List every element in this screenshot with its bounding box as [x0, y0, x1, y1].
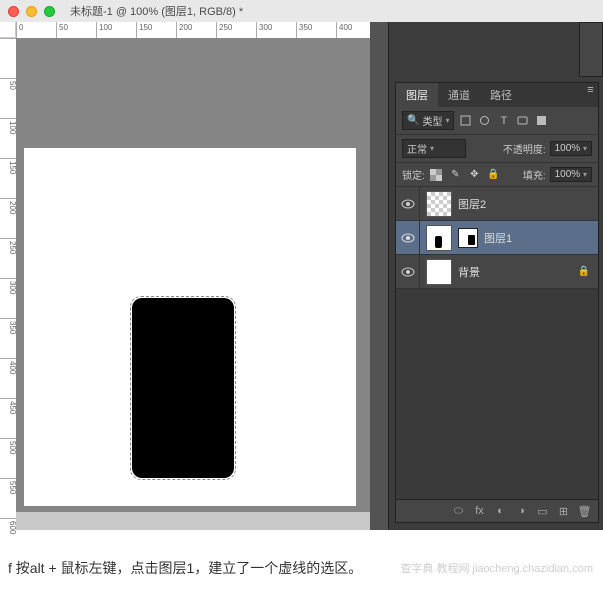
visibility-toggle[interactable] — [396, 187, 420, 220]
ruler-origin[interactable] — [0, 22, 16, 38]
ruler-tick: 350 — [296, 22, 336, 38]
layer-effects-icon[interactable]: fx — [472, 504, 487, 518]
layer-thumbnail[interactable] — [426, 191, 452, 217]
ruler-tick: 200 — [0, 198, 16, 238]
caption-text: f 按alt + 鼠标左键，点击图层1，建立了一个虚线的选区。 — [8, 558, 362, 578]
ruler-tick: 150 — [136, 22, 176, 38]
ruler-tick: 150 — [0, 158, 16, 198]
link-layers-icon[interactable]: ⬭ — [451, 504, 466, 518]
titlebar: 未标题-1 @ 100% (图层1, RGB/8) * — [0, 0, 603, 22]
visibility-toggle[interactable] — [396, 255, 420, 288]
watermark-text: 查字典 教程网 jiaocheng.chazidian.com — [400, 560, 593, 576]
adjustment-layer-icon[interactable]: ◑ — [514, 504, 529, 518]
layer-name[interactable]: 背景 — [458, 264, 480, 280]
tab-paths[interactable]: 路径 — [480, 83, 522, 107]
search-icon: 🔍 — [407, 115, 419, 126]
panel-tabs: 图层 通道 路径 ≡ — [396, 83, 598, 107]
lock-transparency-icon[interactable] — [429, 168, 444, 182]
tab-channels[interactable]: 通道 — [438, 83, 480, 107]
ruler-tick: 600 — [0, 518, 16, 558]
layer-mask-icon[interactable]: ◐ — [493, 504, 508, 518]
lock-position-icon[interactable]: ✥ — [467, 168, 482, 182]
layer-thumbnail[interactable] — [426, 225, 452, 251]
layer-row[interactable]: 背景 🔒 — [396, 255, 598, 289]
layer-row[interactable]: 图层1 — [396, 221, 598, 255]
chevron-down-icon: ▾ — [445, 116, 449, 125]
blend-row: 正常 ▾ 不透明度: 100% ▾ — [396, 135, 598, 163]
fill-label: 填充: — [523, 167, 546, 182]
ruler-tick: 250 — [0, 238, 16, 278]
ruler-tick: 100 — [96, 22, 136, 38]
ruler-tick: 550 — [0, 478, 16, 518]
canvas-viewport[interactable] — [16, 38, 370, 512]
canvas-area: 0 50 100 150 200 250 300 350 400 50 100 … — [0, 22, 370, 530]
ruler-tick: 50 — [0, 78, 16, 118]
opacity-label: 不透明度: — [503, 141, 546, 156]
ruler-tick: 400 — [336, 22, 376, 38]
layer-name[interactable]: 图层2 — [458, 196, 486, 212]
filter-smart-icon[interactable] — [534, 114, 549, 128]
lock-row: 锁定: ✎ ✥ 🔒 填充: 100% ▾ — [396, 163, 598, 187]
layer-name[interactable]: 图层1 — [484, 230, 512, 246]
delete-layer-icon[interactable]: 🗑 — [577, 504, 592, 518]
ruler-tick: 400 — [0, 358, 16, 398]
close-icon[interactable] — [8, 6, 19, 17]
ruler-tick: 250 — [216, 22, 256, 38]
filter-text-icon[interactable]: T — [496, 114, 511, 128]
layers-footer: ⬭ fx ◐ ◑ ▭ ⊞ 🗑 — [396, 499, 598, 522]
lock-label: 锁定: — [402, 167, 425, 182]
fill-input[interactable]: 100% ▾ — [550, 167, 592, 182]
chevron-down-icon: ▾ — [430, 144, 434, 153]
tab-layers[interactable]: 图层 — [396, 83, 438, 107]
visibility-toggle[interactable] — [396, 221, 420, 254]
black-rounded-rect-shape — [132, 298, 234, 478]
opacity-input[interactable]: 100% ▾ — [550, 141, 592, 156]
scrollbar-horizontal[interactable] — [16, 512, 370, 530]
layers-panel: 图层 通道 路径 ≡ 🔍 类型 ▾ T 正常 — [395, 82, 599, 523]
layer-mask-thumbnail[interactable] — [458, 228, 478, 248]
lock-icon: 🔒 — [578, 266, 590, 277]
chevron-down-icon: ▾ — [583, 144, 587, 153]
layer-filter-row: 🔍 类型 ▾ T — [396, 107, 598, 135]
ruler-tick: 450 — [0, 398, 16, 438]
new-layer-icon[interactable]: ⊞ — [556, 504, 571, 518]
panel-menu-icon[interactable]: ≡ — [583, 83, 598, 97]
ruler-tick: 50 — [56, 22, 96, 38]
ruler-tick: 500 — [0, 438, 16, 478]
selection-marquee — [130, 296, 236, 480]
filter-pixel-icon[interactable] — [458, 114, 473, 128]
chevron-down-icon: ▾ — [583, 170, 587, 179]
ruler-tick: 350 — [0, 318, 16, 358]
filter-adjust-icon[interactable] — [477, 114, 492, 128]
right-dock: 图层 通道 路径 ≡ 🔍 类型 ▾ T 正常 — [388, 0, 603, 530]
canvas[interactable] — [24, 148, 356, 506]
layer-group-icon[interactable]: ▭ — [535, 504, 550, 518]
ruler-horizontal[interactable]: 0 50 100 150 200 250 300 350 400 — [16, 22, 370, 38]
layer-thumbnail[interactable] — [426, 259, 452, 285]
ruler-tick: 0 — [16, 22, 56, 38]
layer-row[interactable]: 图层2 — [396, 187, 598, 221]
ruler-tick — [0, 38, 16, 78]
minimize-icon[interactable] — [26, 6, 37, 17]
blend-mode-select[interactable]: 正常 ▾ — [402, 139, 466, 158]
ruler-tick: 100 — [0, 118, 16, 158]
maximize-icon[interactable] — [44, 6, 55, 17]
window-title: 未标题-1 @ 100% (图层1, RGB/8) * — [70, 3, 243, 19]
ruler-tick: 300 — [256, 22, 296, 38]
lock-paint-icon[interactable]: ✎ — [448, 168, 463, 182]
ruler-tick: 300 — [0, 278, 16, 318]
ruler-tick: 200 — [176, 22, 216, 38]
filter-shape-icon[interactable] — [515, 114, 530, 128]
collapsed-panel-icons[interactable] — [579, 22, 603, 77]
layers-list: 图层2 图层1 背景 🔒 — [396, 187, 598, 289]
filter-type-select[interactable]: 🔍 类型 ▾ — [402, 111, 454, 130]
ruler-vertical[interactable]: 50 100 150 200 250 300 350 400 450 500 5… — [0, 38, 16, 530]
lock-all-icon[interactable]: 🔒 — [486, 168, 501, 182]
